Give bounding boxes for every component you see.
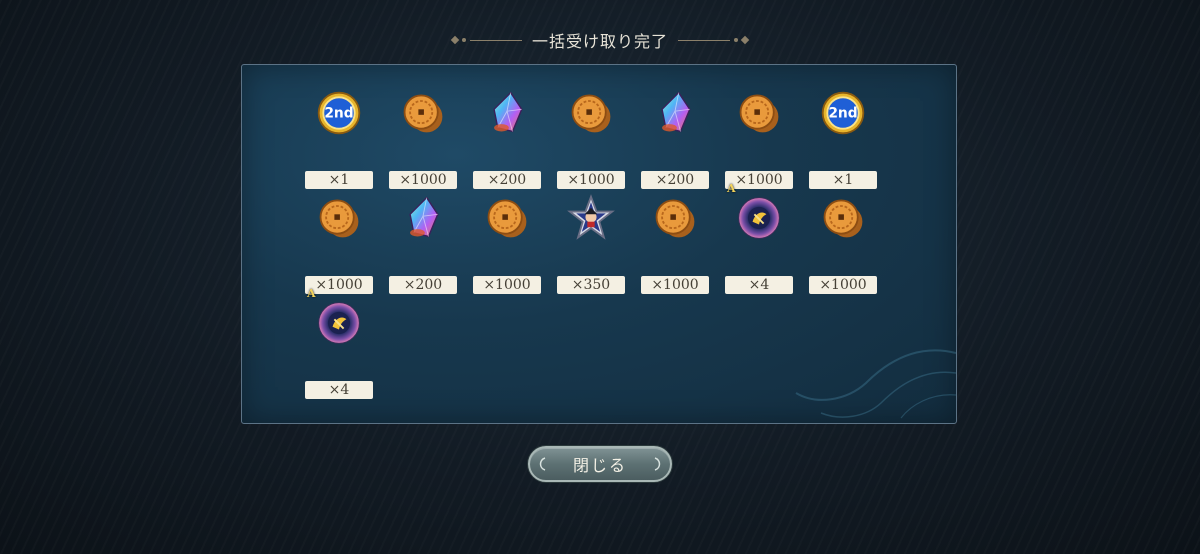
reward-quantity: ×1000 xyxy=(557,171,625,189)
reward-quantity: ×200 xyxy=(389,276,457,294)
character-star-icon xyxy=(565,192,617,244)
reward-quantity: ×1000 xyxy=(389,171,457,189)
gold-coin-icon xyxy=(649,192,701,244)
close-button[interactable]: 閉じる xyxy=(528,446,672,482)
reward-quantity: ×350 xyxy=(557,276,625,294)
reward-quantity: ×200 xyxy=(641,171,709,189)
reward-item: ×1000 xyxy=(389,87,457,189)
button-right-flourish xyxy=(654,457,661,471)
gold-coin-icon xyxy=(565,87,617,139)
reward-item: ×1000 xyxy=(641,192,709,294)
dialog-title: 一括受け取り完了 xyxy=(531,32,668,51)
rainbow-crystal-icon xyxy=(397,192,449,244)
reward-item: ×1000 xyxy=(473,192,541,294)
reward-item: A ×4 xyxy=(725,182,793,294)
reward-quantity: ×1 xyxy=(305,171,373,189)
gold-coin-icon xyxy=(313,192,365,244)
reward-item: ×1000 xyxy=(305,192,373,294)
reward-quantity: ×1000 xyxy=(473,276,541,294)
rewards-panel: 2nd ×1 ×1000 ×200 ×1000 ×200 ×1000 2nd ×… xyxy=(241,64,957,424)
reward-item: ×1000 xyxy=(809,192,877,294)
2nd-anniversary-medal-icon: 2nd xyxy=(817,87,869,139)
gold-coin-icon xyxy=(817,192,869,244)
gold-coin-icon xyxy=(733,87,785,139)
rainbow-crystal-icon xyxy=(649,87,701,139)
awakening-orb-icon xyxy=(733,192,785,244)
reward-item: ×200 xyxy=(473,87,541,189)
rank-badge: A xyxy=(727,182,736,195)
reward-item: ×1000 xyxy=(557,87,625,189)
reward-item: ×200 xyxy=(641,87,709,189)
rank-badge: A xyxy=(307,287,316,300)
reward-item: 2nd ×1 xyxy=(809,87,877,189)
close-button-label: 閉じる xyxy=(572,456,627,475)
reward-item: ×1000 xyxy=(725,87,793,189)
reward-quantity: ×1 xyxy=(809,171,877,189)
reward-quantity: ×4 xyxy=(305,381,373,399)
panel-wave-decoration xyxy=(795,349,956,419)
left-ornament xyxy=(450,35,522,45)
reward-quantity: ×4 xyxy=(725,276,793,294)
svg-text:2nd: 2nd xyxy=(828,106,857,122)
reward-item: ×200 xyxy=(389,192,457,294)
2nd-anniversary-medal-icon: 2nd xyxy=(313,87,365,139)
gold-coin-icon xyxy=(397,87,449,139)
reward-quantity: ×1000 xyxy=(809,276,877,294)
right-ornament xyxy=(678,35,750,45)
reward-quantity: ×1000 xyxy=(641,276,709,294)
rainbow-crystal-icon xyxy=(481,87,533,139)
dialog-header: 一括受け取り完了 xyxy=(0,28,1200,52)
awakening-orb-icon xyxy=(313,297,365,349)
reward-item: ×350 xyxy=(557,192,625,294)
svg-text:2nd: 2nd xyxy=(324,106,353,122)
button-left-flourish xyxy=(539,457,546,471)
reward-item: A ×4 xyxy=(305,287,373,399)
reward-quantity: ×200 xyxy=(473,171,541,189)
gold-coin-icon xyxy=(481,192,533,244)
reward-item: 2nd ×1 xyxy=(305,87,373,189)
